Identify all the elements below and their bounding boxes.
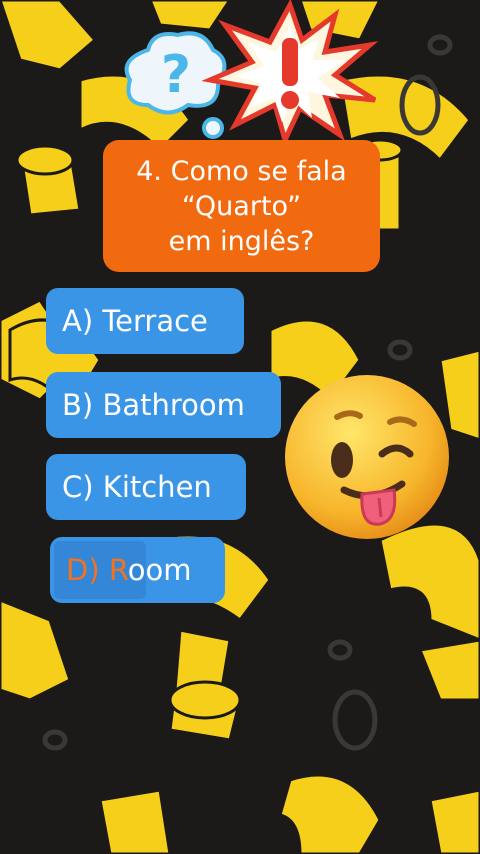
answer-letter: B) (62, 388, 94, 422)
question-line-1: 4. Como se fala (136, 155, 347, 187)
question-line-3: em inglês? (168, 225, 315, 257)
highlighted-text: D) R (66, 553, 128, 587)
remaining-text: oom (127, 553, 192, 587)
answer-letter: A) (62, 304, 94, 338)
answer-letter: C) (62, 470, 94, 504)
answer-option-d[interactable]: D) Room (50, 537, 225, 603)
answer-text: Terrace (102, 304, 208, 338)
exclamation-burst-icon (201, 0, 379, 140)
question-box: 4. Como se fala “Quarto” em inglês? (103, 140, 380, 272)
answer-text: Bathroom (102, 388, 245, 422)
svg-text:?: ? (161, 45, 191, 105)
answer-text: Kitchen (102, 470, 212, 504)
answer-text: D) Room (66, 553, 191, 587)
answer-option-a[interactable]: A) Terrace (46, 288, 244, 354)
answer-option-c[interactable]: C) Kitchen (46, 454, 246, 520)
question-line-2: “Quarto” (181, 190, 302, 222)
answer-option-b[interactable]: B) Bathroom (46, 372, 281, 438)
winking-tongue-emoji-icon (285, 375, 449, 539)
